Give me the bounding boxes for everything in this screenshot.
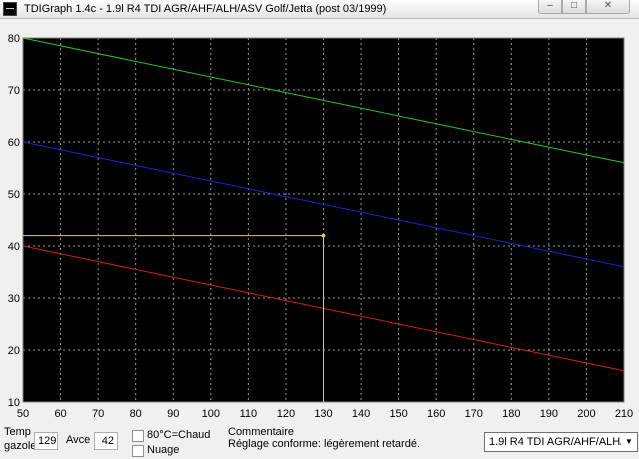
close-button[interactable]: ✕ (586, 0, 630, 14)
x-tick-label: 190 (540, 408, 558, 420)
y-tick-label: 50 (8, 189, 20, 201)
chevron-down-icon[interactable]: ▼ (621, 433, 637, 451)
x-tick-label: 80 (130, 408, 142, 420)
marker-point (321, 233, 326, 238)
engine-select[interactable]: 1.9l R4 TDI AGR/AHF/ALH/ASV Golf/Jetta (… (484, 432, 638, 452)
app-icon (3, 2, 17, 16)
nuage-label: Nuage (147, 444, 180, 456)
comment-title: Commentaire (228, 426, 295, 438)
x-tick-label: 50 (17, 408, 29, 420)
temp-label-line1: Temp (4, 426, 31, 438)
x-tick-label: 100 (202, 408, 220, 420)
x-tick-label: 170 (465, 408, 483, 420)
comment-text: Réglage conforme: légèrement retardé. (228, 438, 420, 450)
x-tick-label: 150 (389, 408, 407, 420)
x-tick-label: 120 (277, 408, 295, 420)
window-title: TDIGraph 1.4c - 1.9l R4 TDI AGR/AHF/ALH/… (24, 3, 387, 15)
title-bar: TDIGraph 1.4c - 1.9l R4 TDI AGR/AHF/ALH/… (0, 0, 639, 19)
x-tick-label: 60 (54, 408, 66, 420)
x-tick-label: 90 (167, 408, 179, 420)
chart-area: 10 20 30 40 50 60 70 80 50 60 70 80 90 100 110 120 130 14… (0, 19, 639, 424)
nuage-checkbox[interactable] (132, 445, 144, 457)
y-tick-label: 70 (8, 85, 20, 97)
temp-label-line2: gazole (4, 440, 37, 452)
x-tick-label: 140 (352, 408, 370, 420)
chart: 102030405060708050 60 70 80 90 100 110 120 130 14… (8, 33, 633, 420)
avce-label: Avce (66, 434, 91, 446)
y-tick-label: 40 (8, 241, 20, 253)
x-tick-label: 210 (615, 408, 633, 420)
x-tick-label: 200 (577, 408, 595, 420)
controls-bar: Temp gazole 129 Avce 42 80°C=Chaud Nuage… (0, 424, 639, 459)
x-tick-label: 110 (240, 408, 258, 420)
x-tick-label: 180 (502, 408, 520, 420)
x-tick-label: 160 (427, 408, 445, 420)
minimize-button[interactable]: – (538, 0, 562, 14)
y-tick-label: 60 (8, 137, 20, 149)
y-tick-label: 20 (8, 345, 20, 357)
y-tick-label: 80 (8, 33, 20, 45)
y-tick-label: 30 (8, 293, 20, 305)
maximize-button[interactable]: □ (562, 0, 586, 14)
temp-input[interactable]: 129 (34, 432, 58, 450)
avce-input[interactable]: 42 (94, 432, 118, 450)
chaud-label: 80°C=Chaud (147, 429, 211, 441)
chaud-checkbox[interactable] (132, 430, 144, 442)
engine-select-value: 1.9l R4 TDI AGR/AHF/ALH/ASV Golf/Jetta (… (489, 436, 638, 448)
x-tick-label: 70 (92, 408, 104, 420)
x-tick-label: 130 (314, 408, 332, 420)
